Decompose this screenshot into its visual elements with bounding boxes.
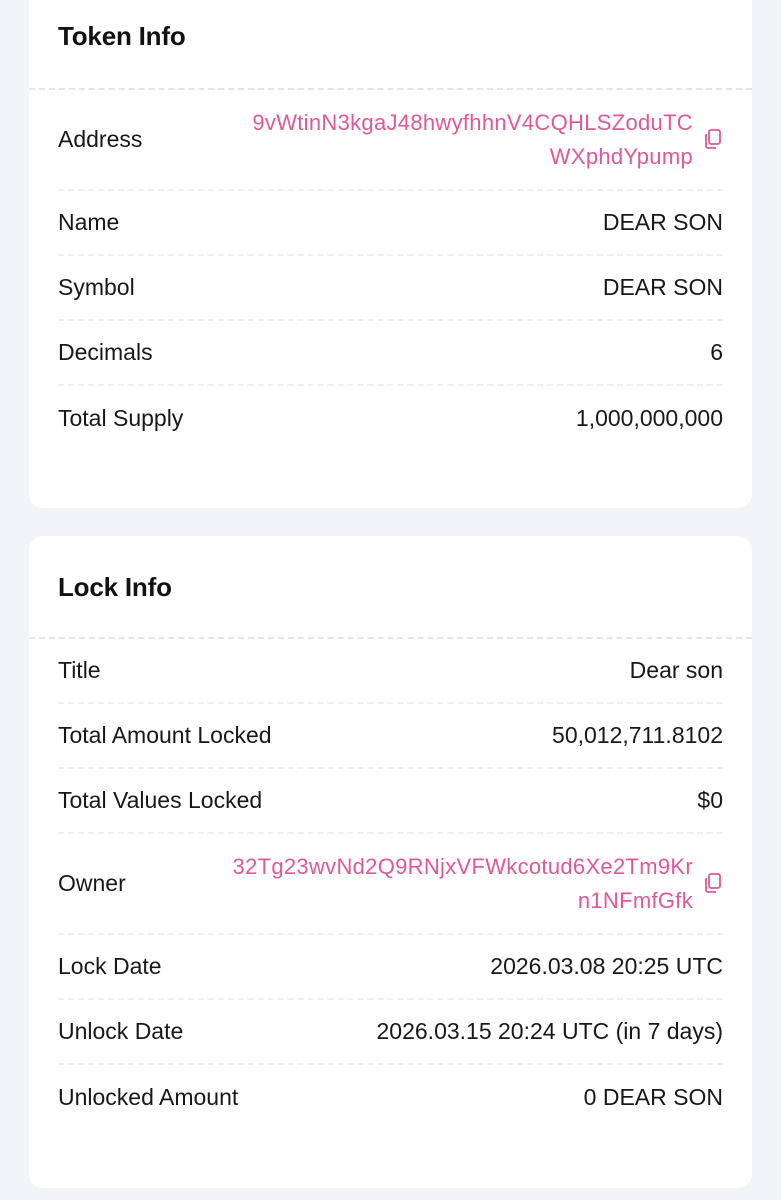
row-label: Unlock Date [58, 1018, 184, 1044]
row-value: 0 DEAR SON [583, 1084, 723, 1110]
lock-total-values-row: Total Values Locked $0 [58, 769, 723, 834]
lock-info-title: Lock Info [58, 572, 172, 602]
row-value: 2026.03.15 20:24 UTC (in 7 days) [376, 1018, 723, 1044]
token-address-link[interactable]: 9vWtinN3kgaJ48hwyfhhnV4CQHLSZoduTC WXphd… [252, 106, 693, 174]
row-label: Address [58, 126, 143, 152]
row-label: Total Values Locked [58, 787, 263, 813]
token-total-supply-row: Total Supply 1,000,000,000 [58, 386, 723, 451]
row-label: Title [58, 657, 101, 683]
copy-icon[interactable] [703, 872, 723, 894]
row-label: Lock Date [58, 953, 162, 979]
copy-icon[interactable] [703, 128, 723, 150]
lock-info-card: Lock Info Title Dear son Total Amount Lo… [29, 536, 752, 1188]
row-value: $0 [697, 787, 723, 813]
row-value: 6 [710, 339, 723, 365]
token-info-card: Token Info Address 9vWtinN3kgaJ48hwyfhhn… [29, 0, 752, 508]
row-label: Name [58, 209, 120, 235]
token-symbol-row: Symbol DEAR SON [58, 256, 723, 321]
row-value: 50,012,711.8102 [552, 722, 723, 748]
row-label: Symbol [58, 274, 135, 300]
row-value: 1,000,000,000 [575, 405, 723, 431]
owner-address-value: 32Tg23wvNd2Q9RNjxVFWkcotud6Xe2Tm9Kr n1NF… [233, 850, 723, 918]
lock-total-amount-row: Total Amount Locked 50,012,711.8102 [58, 704, 723, 769]
unlock-date-row: Unlock Date 2026.03.15 20:24 UTC (in 7 d… [58, 1000, 723, 1065]
row-value: Dear son [629, 657, 723, 683]
row-label: Owner [58, 870, 126, 896]
owner-address-link[interactable]: 32Tg23wvNd2Q9RNjxVFWkcotud6Xe2Tm9Kr n1NF… [233, 850, 693, 918]
token-info-rows: Address 9vWtinN3kgaJ48hwyfhhnV4CQHLSZodu… [58, 90, 723, 451]
lock-date-row: Lock Date 2026.03.08 20:25 UTC [58, 935, 723, 1000]
row-value: DEAR SON [602, 274, 723, 300]
token-address-row: Address 9vWtinN3kgaJ48hwyfhhnV4CQHLSZodu… [58, 90, 723, 191]
token-name-row: Name DEAR SON [58, 191, 723, 256]
unlocked-amount-row: Unlocked Amount 0 DEAR SON [58, 1065, 723, 1130]
row-label: Total Amount Locked [58, 722, 272, 748]
row-value: DEAR SON [602, 209, 723, 235]
row-label: Total Supply [58, 405, 184, 431]
lock-title-row: Title Dear son [58, 639, 723, 704]
row-label: Unlocked Amount [58, 1084, 239, 1110]
row-label: Decimals [58, 339, 153, 365]
token-decimals-row: Decimals 6 [58, 321, 723, 386]
lock-info-rows: Title Dear son Total Amount Locked 50,01… [58, 639, 723, 1130]
token-info-title: Token Info [58, 21, 186, 51]
lock-owner-row: Owner 32Tg23wvNd2Q9RNjxVFWkcotud6Xe2Tm9K… [58, 834, 723, 935]
token-address-value: 9vWtinN3kgaJ48hwyfhhnV4CQHLSZoduTC WXphd… [252, 106, 723, 174]
row-value: 2026.03.08 20:25 UTC [490, 953, 723, 979]
